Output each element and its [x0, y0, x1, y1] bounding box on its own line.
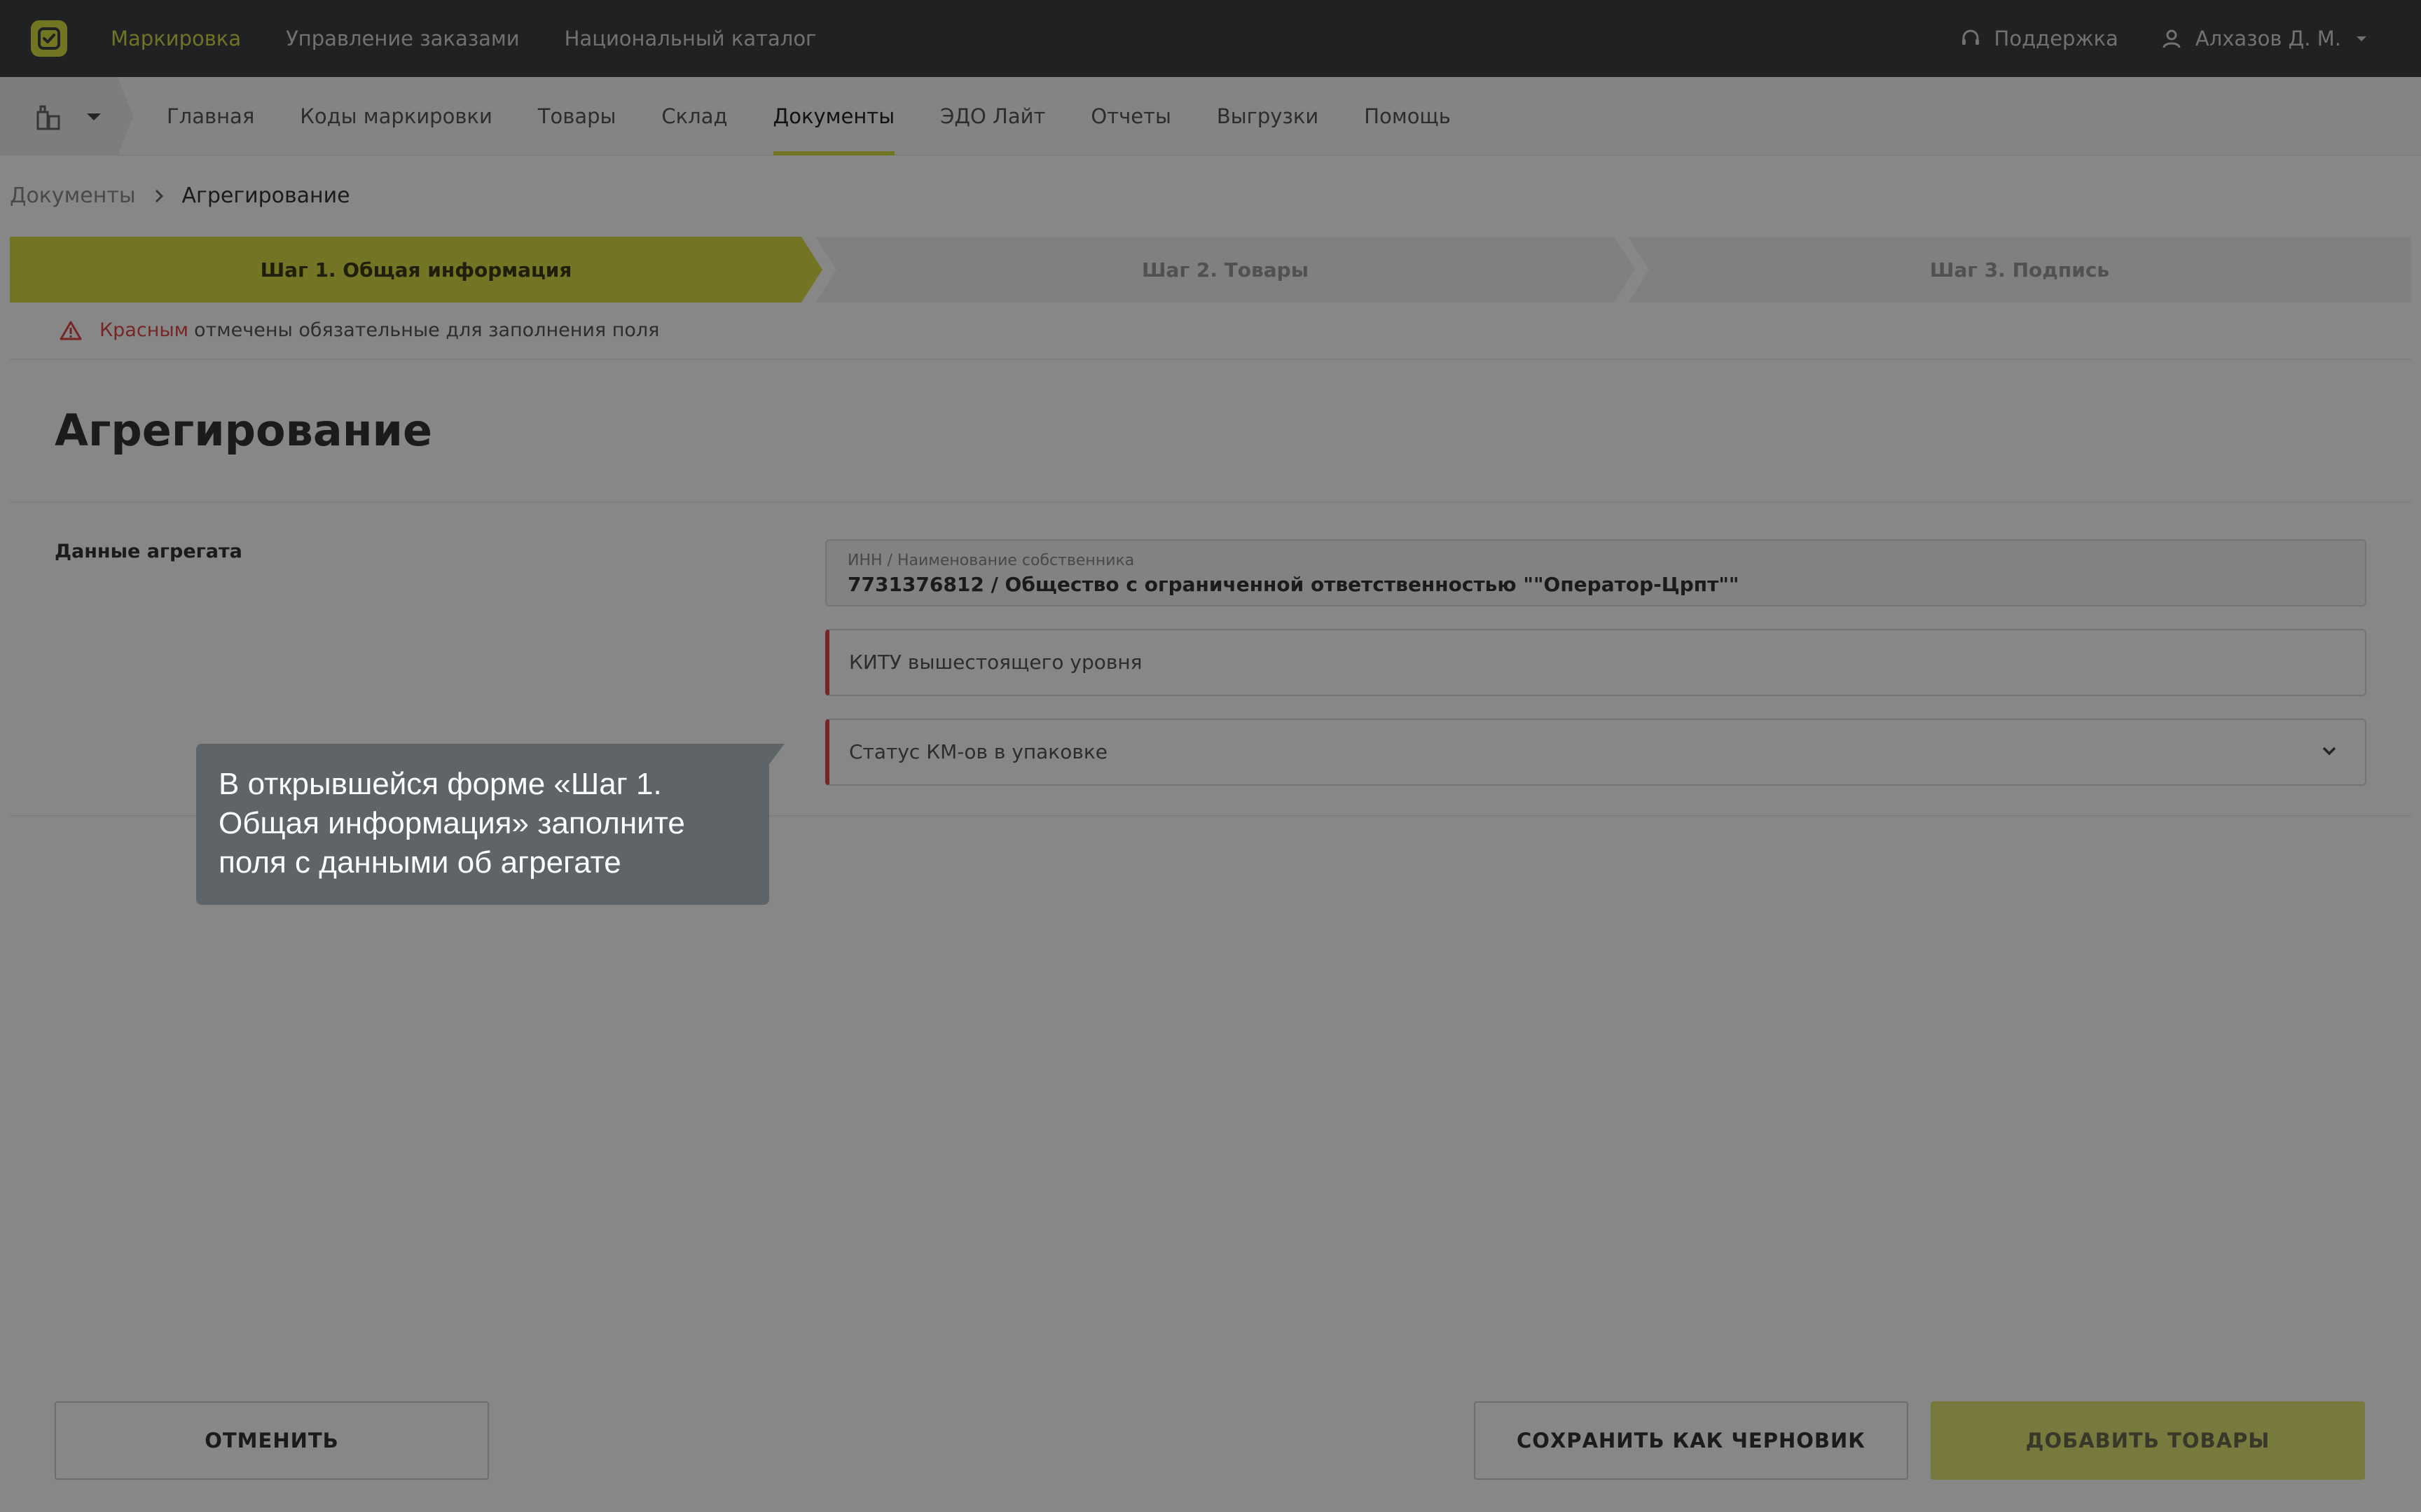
- add-goods-button[interactable]: ДОБАВИТЬ ТОВАРЫ: [1931, 1401, 2365, 1480]
- section-label: Данные агрегата: [55, 541, 242, 562]
- notice-highlight: Красным: [99, 319, 189, 341]
- owner-field-value: 7731376812 / Общество с ограниченной отв…: [848, 573, 1739, 596]
- page-title: Агрегирование: [55, 405, 433, 456]
- top-nav-item-catalog[interactable]: Национальный каталог: [565, 27, 817, 50]
- support-label: Поддержка: [1994, 27, 2118, 50]
- warning-icon: [60, 321, 82, 340]
- user-icon: [2163, 29, 2181, 48]
- chevron-right-icon: [155, 189, 163, 202]
- tutorial-tooltip-text: В открывшейся форме «Шаг 1. Общая информ…: [219, 767, 685, 880]
- breadcrumb-current: Агрегирование: [181, 183, 350, 208]
- breadcrumb: Документы Агрегирование: [10, 183, 350, 208]
- headset-icon: [1961, 29, 1979, 45]
- owner-field[interactable]: ИНН / Наименование собственника 77313768…: [825, 539, 2366, 606]
- save-draft-button[interactable]: СОХРАНИТЬ КАК ЧЕРНОВИК: [1474, 1401, 1908, 1480]
- caret-down-icon: [2357, 36, 2366, 41]
- stepper: Шаг 1. Общая информация Шаг 2. Товары Ша…: [10, 237, 2411, 303]
- step-signature[interactable]: Шаг 3. Подпись: [1628, 237, 2411, 303]
- top-right-controls: Поддержка Алхазов Д. М.: [1959, 0, 2372, 77]
- nav-item-edo[interactable]: ЭДО Лайт: [940, 77, 1045, 155]
- top-bar: Маркировка Управление заказами Националь…: [0, 0, 2421, 77]
- kitu-input[interactable]: КИТУ вышестоящего уровня: [825, 629, 2366, 696]
- nav-item-warehouse[interactable]: Склад: [661, 77, 727, 155]
- cancel-button[interactable]: ОТМЕНИТЬ: [55, 1401, 489, 1480]
- chevron-down-icon: [2322, 747, 2336, 756]
- section-nav: Главная Коды маркировки Товары Склад Док…: [0, 77, 2421, 155]
- status-select-placeholder: Статус КМ-ов в упаковке: [849, 740, 1108, 763]
- caret-down-icon: [87, 113, 101, 120]
- kitu-input-placeholder: КИТУ вышестоящего уровня: [849, 651, 1143, 674]
- nav-item-codes[interactable]: Коды маркировки: [300, 77, 492, 155]
- divider: [10, 501, 2411, 503]
- nav-item-exports[interactable]: Выгрузки: [1217, 77, 1318, 155]
- top-nav-item-orders[interactable]: Управление заказами: [286, 27, 520, 50]
- status-select[interactable]: Статус КМ-ов в упаковке: [825, 719, 2366, 786]
- tooltip-tail: [764, 744, 785, 772]
- required-fields-notice: Красным отмечены обязательные для заполн…: [59, 319, 659, 341]
- section-links: Главная Коды маркировки Товары Склад Док…: [167, 77, 1496, 155]
- top-nav: Маркировка Управление заказами Националь…: [111, 0, 861, 77]
- divider: [10, 359, 2411, 360]
- breadcrumb-documents[interactable]: Документы: [10, 183, 136, 208]
- step-goods[interactable]: Шаг 2. Товары: [815, 237, 1635, 303]
- nav-item-help[interactable]: Помощь: [1364, 77, 1451, 155]
- nav-item-reports[interactable]: Отчеты: [1091, 77, 1171, 155]
- nav-item-documents[interactable]: Документы: [773, 77, 895, 155]
- product-group-selector[interactable]: [0, 77, 133, 155]
- product-group-icon: [36, 105, 60, 130]
- top-nav-item-marking[interactable]: Маркировка: [111, 27, 241, 50]
- check-square-icon[interactable]: [31, 20, 67, 57]
- tutorial-tooltip: В открывшейся форме «Шаг 1. Общая информ…: [196, 744, 785, 905]
- support-link[interactable]: Поддержка: [1959, 27, 2118, 50]
- step-general-info[interactable]: Шаг 1. Общая информация: [10, 237, 822, 303]
- user-name: Алхазов Д. М.: [2195, 27, 2341, 50]
- user-menu[interactable]: Алхазов Д. М.: [2160, 27, 2372, 50]
- nav-item-goods[interactable]: Товары: [538, 77, 616, 155]
- form-card: Красным отмечены обязательные для заполн…: [10, 303, 2411, 821]
- notice-text: отмечены обязательные для заполнения пол…: [194, 319, 660, 341]
- nav-item-home[interactable]: Главная: [167, 77, 254, 155]
- owner-field-label: ИНН / Наименование собственника: [848, 552, 1135, 569]
